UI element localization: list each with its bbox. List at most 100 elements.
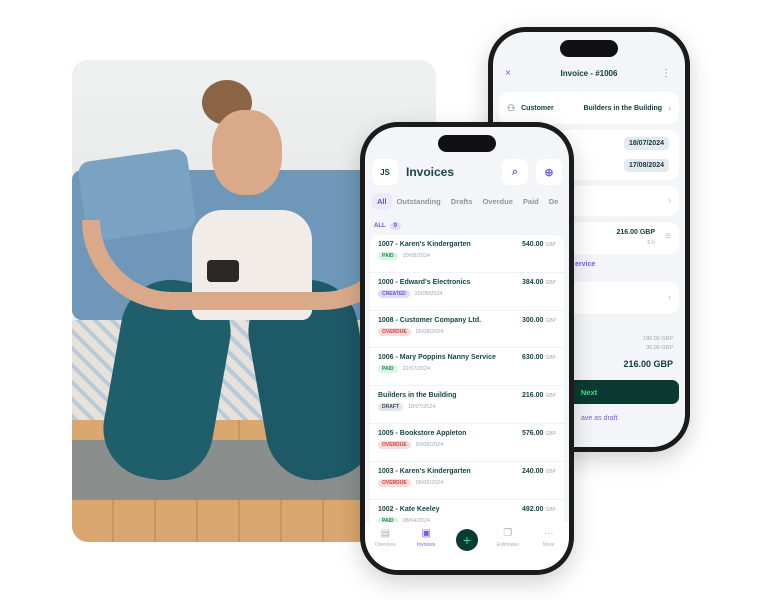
status-badge: PAID bbox=[378, 365, 398, 374]
tab-deleted[interactable]: De bbox=[544, 193, 564, 210]
invoice-date: 05/08/2024 bbox=[415, 328, 444, 335]
currency: GBP bbox=[545, 468, 556, 475]
customer-row[interactable]: ⚇ Customer Builders in the Building › bbox=[499, 92, 679, 124]
line-qty: 6 h bbox=[647, 240, 655, 246]
invoice-list: 1007 - Karen's Kindergarten 540.00 GBP PA… bbox=[370, 235, 564, 538]
all-label: ALL bbox=[374, 223, 386, 229]
tab-overdue[interactable]: Overdue bbox=[477, 193, 517, 210]
tab-paid[interactable]: Paid bbox=[518, 193, 544, 210]
more-icon[interactable]: ⋮ bbox=[661, 64, 671, 84]
amount-value: 300.00 bbox=[522, 316, 544, 324]
amount-value: 240.00 bbox=[522, 467, 544, 475]
currency: GBP bbox=[545, 355, 556, 362]
bottom-nav: ▤ Overview ▣ Invoices + ❐ Estimates ··· More bbox=[365, 522, 569, 570]
wallet-icon: ▣ bbox=[421, 528, 431, 539]
photo-phone bbox=[207, 260, 239, 282]
chevron-right-icon: › bbox=[668, 103, 671, 113]
invoice-amount: 240.00 GBP bbox=[522, 468, 556, 475]
customer-label: Customer bbox=[521, 104, 554, 112]
due-date[interactable]: 17/08/2024 bbox=[623, 159, 669, 172]
invoice-meta: OVERDUE 05/08/2024 bbox=[378, 327, 556, 336]
avatar[interactable]: JS bbox=[372, 159, 398, 185]
document-icon: ❐ bbox=[503, 528, 513, 539]
chart-icon: ▤ bbox=[380, 528, 391, 539]
amount-value: 630.00 bbox=[522, 354, 544, 362]
invoice-meta: CREATED 20/08/2024 bbox=[378, 289, 556, 298]
people-icon: ⚇ bbox=[507, 102, 516, 113]
invoice-amount: 576.00 GBP bbox=[522, 430, 556, 437]
status-badge: OVERDUE bbox=[378, 440, 411, 449]
invoice-row[interactable]: 1007 - Karen's Kindergarten 540.00 GBP PA… bbox=[370, 235, 564, 273]
invoice-row[interactable]: Builders in the Building 216.00 GBP DRAFT… bbox=[370, 386, 564, 424]
tax: 36.00 GBP bbox=[646, 345, 673, 351]
top-bar: JS Invoices ⌕ ⊕ bbox=[372, 157, 562, 187]
status-badge: DRAFT bbox=[378, 403, 403, 412]
currency: GBP bbox=[545, 430, 556, 437]
invoice-amount: 384.00 GBP bbox=[522, 279, 556, 286]
invoice-meta: OVERDUE 03/06/2024 bbox=[378, 440, 556, 449]
issue-date[interactable]: 18/07/2024 bbox=[623, 137, 669, 150]
invoice-row[interactable]: 1005 - Bookstore Appleton 576.00 GBP OVER… bbox=[370, 424, 564, 462]
invoice-amount: 300.00 GBP bbox=[522, 317, 556, 324]
invoice-date: 18/07/2024 bbox=[407, 404, 436, 411]
invoice-date: 03/06/2024 bbox=[415, 441, 444, 448]
invoice-amount: 216.00 GBP bbox=[522, 392, 556, 399]
photo-head bbox=[212, 110, 282, 195]
nav-label: Estimates bbox=[496, 542, 519, 548]
invoice-meta: PAID 22/07/2024 bbox=[378, 365, 556, 374]
invoice-amount: 540.00 GBP bbox=[522, 241, 556, 248]
invoice-row[interactable]: 1008 - Customer Company Ltd. 300.00 GBP O… bbox=[370, 311, 564, 349]
invoice-meta: PAID 20/08/2024 bbox=[378, 252, 556, 260]
nav-add[interactable]: + bbox=[449, 528, 485, 551]
dynamic-island bbox=[560, 40, 618, 57]
page-title: Invoices bbox=[406, 165, 455, 179]
drag-handle-icon[interactable]: ≡ bbox=[665, 231, 671, 242]
nav-more[interactable]: ··· More bbox=[531, 528, 567, 548]
currency: GBP bbox=[545, 393, 556, 400]
currency: GBP bbox=[545, 506, 556, 513]
chevron-right-icon: › bbox=[668, 292, 671, 302]
nav-label: Overview bbox=[374, 542, 396, 548]
amount-value: 384.00 bbox=[522, 278, 544, 286]
status-badge: CREATED bbox=[378, 289, 410, 298]
invoice-meta: OVERDUE 06/05/2024 bbox=[378, 478, 556, 487]
nav-invoices[interactable]: ▣ Invoices bbox=[408, 528, 444, 548]
add-service-link[interactable]: ervice bbox=[575, 261, 595, 268]
all-count-badge: 9 bbox=[389, 222, 402, 230]
nav-estimates[interactable]: ❐ Estimates bbox=[490, 528, 526, 548]
invoice-row[interactable]: 1000 - Edward's Electronics 384.00 GBP CR… bbox=[370, 273, 564, 311]
invoice-row[interactable]: 1006 - Mary Poppins Nanny Service 630.00… bbox=[370, 348, 564, 387]
tab-outstanding[interactable]: Outstanding bbox=[392, 193, 446, 210]
invoice-amount: 630.00 GBP bbox=[522, 354, 556, 361]
amount-value: 576.00 bbox=[522, 429, 544, 437]
plus-icon[interactable]: + bbox=[455, 529, 478, 551]
customer-value: Builders in the Building bbox=[583, 104, 662, 112]
more-dots-icon: ··· bbox=[543, 528, 554, 539]
invoice-date: 22/07/2024 bbox=[402, 366, 431, 373]
search-icon[interactable]: ⌕ bbox=[502, 159, 528, 185]
save-as-draft-link[interactable]: ave as draft bbox=[581, 415, 618, 422]
currency: GBP bbox=[545, 242, 556, 248]
tab-all[interactable]: All bbox=[372, 193, 392, 210]
invoices-list-screen: JS Invoices ⌕ ⊕ All Outstanding Drafts O… bbox=[365, 127, 569, 570]
tab-drafts[interactable]: Drafts bbox=[446, 193, 478, 210]
status-badge: OVERDUE bbox=[378, 478, 411, 487]
amount-value: 216.00 bbox=[522, 392, 544, 400]
nav-overview[interactable]: ▤ Overview bbox=[367, 528, 403, 548]
nav-label: More bbox=[542, 542, 555, 548]
all-count-row: ALL 9 bbox=[374, 222, 402, 230]
total: 216.00 GBP bbox=[623, 359, 673, 369]
invoice-row[interactable]: 1003 - Karen's Kindergarten 240.00 GBP OV… bbox=[370, 462, 564, 500]
invoice-date: 06/05/2024 bbox=[415, 479, 444, 486]
amount-value: 540.00 bbox=[522, 241, 544, 248]
subtotal: 180.00 GBP bbox=[643, 336, 673, 342]
filter-tabs: All Outstanding Drafts Overdue Paid De bbox=[372, 193, 563, 210]
status-badge: PAID bbox=[378, 252, 398, 260]
dynamic-island bbox=[438, 135, 496, 152]
status-badge: OVERDUE bbox=[378, 327, 411, 336]
line-amount: 216.00 GBP bbox=[616, 229, 655, 236]
currency: GBP bbox=[545, 279, 556, 286]
chevron-right-icon: › bbox=[668, 195, 671, 205]
nav-label: Invoices bbox=[417, 542, 436, 548]
add-invoice-icon[interactable]: ⊕ bbox=[536, 159, 562, 185]
